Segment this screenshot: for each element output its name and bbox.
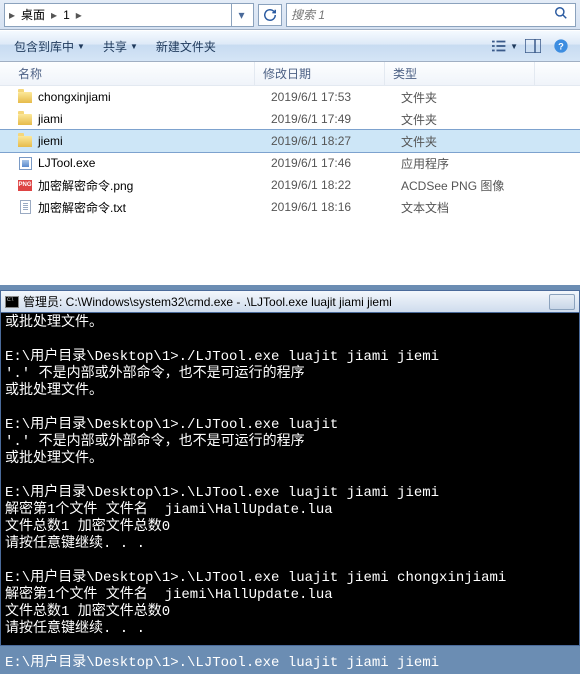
exe-icon	[16, 155, 34, 171]
help-button[interactable]: ?	[548, 34, 574, 58]
search-box[interactable]	[286, 3, 576, 27]
cmd-line	[5, 468, 575, 485]
cmd-line: 文件总数1 加密文件总数0	[5, 604, 575, 621]
file-date: 2019/6/1 18:27	[271, 134, 401, 148]
cmd-line: 或批处理文件。	[5, 451, 575, 468]
cmd-window: 管理员: C:\Windows\system32\cmd.exe - .\LJT…	[0, 290, 580, 646]
file-date: 2019/6/1 17:46	[271, 156, 401, 170]
cmd-line: 请按任意键继续. . .	[5, 536, 575, 553]
col-type-header[interactable]: 类型	[385, 62, 535, 85]
cmd-line	[5, 638, 575, 655]
folder-icon	[16, 111, 34, 127]
file-date: 2019/6/1 17:53	[271, 90, 401, 104]
cmd-line: E:\用户目录\Desktop\1>.\LJTool.exe luajit ji…	[5, 485, 575, 502]
cmd-line: '.' 不是内部或外部命令，也不是可运行的程序	[5, 366, 575, 383]
dropdown-icon: ▼	[130, 42, 138, 51]
svg-text:?: ?	[558, 41, 564, 51]
file-row[interactable]: jiami2019/6/1 17:49文件夹	[0, 108, 580, 130]
file-type: ACDSee PNG 图像	[401, 177, 551, 194]
cmd-title-text: 管理员: C:\Windows\system32\cmd.exe - .\LJT…	[23, 293, 545, 310]
minimize-button[interactable]	[549, 294, 575, 310]
cmd-line: 或批处理文件。	[5, 383, 575, 400]
file-name: jiemi	[38, 134, 271, 148]
file-type: 文本文档	[401, 199, 551, 216]
png-icon: PNG	[16, 177, 34, 193]
newfolder-label: 新建文件夹	[156, 38, 216, 55]
file-rows: chongxinjiami2019/6/1 17:53文件夹jiami2019/…	[0, 86, 580, 218]
cmd-line: 解密第1个文件 文件名 jiami\HallUpdate.lua	[5, 502, 575, 519]
cmd-line: 请按任意键继续. . .	[5, 621, 575, 638]
txt-icon	[16, 199, 34, 215]
cmd-line: 解密第1个文件 文件名 jiemi\HallUpdate.lua	[5, 587, 575, 604]
dropdown-icon: ▼	[77, 42, 85, 51]
preview-pane-button[interactable]	[520, 34, 546, 58]
file-row[interactable]: chongxinjiami2019/6/1 17:53文件夹	[0, 86, 580, 108]
col-date-header[interactable]: 修改日期	[255, 62, 385, 85]
file-date: 2019/6/1 17:49	[271, 112, 401, 126]
cmd-icon	[5, 296, 19, 308]
chevron-right-icon: ▸	[7, 8, 17, 22]
file-name: chongxinjiami	[38, 90, 271, 104]
share-button[interactable]: 共享 ▼	[95, 34, 146, 58]
file-type: 应用程序	[401, 155, 551, 172]
file-date: 2019/6/1 18:22	[271, 178, 401, 192]
cmd-line	[5, 332, 575, 349]
file-name: jiami	[38, 112, 271, 126]
cmd-titlebar[interactable]: 管理员: C:\Windows\system32\cmd.exe - .\LJT…	[1, 291, 579, 313]
file-row[interactable]: 加密解密命令.txt2019/6/1 18:16文本文档	[0, 196, 580, 218]
chevron-right-icon: ▸	[74, 8, 84, 22]
cmd-line: '.' 不是内部或外部命令，也不是可运行的程序	[5, 434, 575, 451]
include-library-button[interactable]: 包含到库中 ▼	[6, 34, 93, 58]
help-icon: ?	[553, 38, 569, 54]
breadcrumb[interactable]: ▸ 桌面 ▸ 1 ▸ ▾	[4, 3, 254, 27]
file-row[interactable]: jiemi2019/6/1 18:27文件夹	[0, 130, 580, 152]
file-name: 加密解密命令.txt	[38, 199, 271, 216]
file-type: 文件夹	[401, 89, 551, 106]
file-type: 文件夹	[401, 133, 551, 150]
toolbar: 包含到库中 ▼ 共享 ▼ 新建文件夹 ▼ ?	[0, 30, 580, 62]
view-button[interactable]: ▼	[492, 34, 518, 58]
cmd-line: E:\用户目录\Desktop\1>.\LJTool.exe luajit ji…	[5, 570, 575, 587]
cmd-line: E:\用户目录\Desktop\1>./LJTool.exe luajit	[5, 417, 575, 434]
pane-icon	[525, 39, 541, 53]
breadcrumb-seg[interactable]: 1	[59, 5, 74, 25]
file-row[interactable]: PNG加密解密命令.png2019/6/1 18:22ACDSee PNG 图像	[0, 174, 580, 196]
file-name: LJTool.exe	[38, 156, 271, 170]
folder-icon	[16, 133, 34, 149]
cmd-line	[5, 553, 575, 570]
file-name: 加密解密命令.png	[38, 177, 271, 194]
file-date: 2019/6/1 18:16	[271, 200, 401, 214]
cmd-output[interactable]: 或批处理文件。 E:\用户目录\Desktop\1>./LJTool.exe l…	[1, 313, 579, 674]
cmd-line: 文件总数1 加密文件总数0	[5, 519, 575, 536]
refresh-button[interactable]	[258, 4, 282, 26]
file-list-area: 名称 修改日期 类型 chongxinjiami2019/6/1 17:53文件…	[0, 62, 580, 285]
explorer-window: ▸ 桌面 ▸ 1 ▸ ▾ 包含到库中 ▼ 共享 ▼ 新建文件夹	[0, 0, 580, 285]
dropdown-icon: ▼	[510, 42, 518, 51]
file-row[interactable]: LJTool.exe2019/6/1 17:46应用程序	[0, 152, 580, 174]
cmd-line: E:\用户目录\Desktop\1>.\LJTool.exe luajit ji…	[5, 655, 575, 672]
chevron-right-icon: ▸	[49, 8, 59, 22]
folder-icon	[16, 89, 34, 105]
refresh-icon	[263, 8, 277, 22]
new-folder-button[interactable]: 新建文件夹	[148, 34, 224, 58]
breadcrumb-seg[interactable]: 桌面	[17, 5, 49, 25]
include-label: 包含到库中	[14, 38, 74, 55]
cmd-line	[5, 400, 575, 417]
file-type: 文件夹	[401, 111, 551, 128]
dropdown-icon[interactable]: ▾	[231, 4, 251, 26]
cmd-line: 或批处理文件。	[5, 315, 575, 332]
cmd-line: E:\用户目录\Desktop\1>./LJTool.exe luajit ji…	[5, 349, 575, 366]
view-icon	[492, 39, 508, 53]
column-headers: 名称 修改日期 类型	[0, 62, 580, 86]
address-bar: ▸ 桌面 ▸ 1 ▸ ▾	[0, 0, 580, 30]
search-icon[interactable]	[551, 6, 571, 23]
search-input[interactable]	[291, 8, 551, 22]
share-label: 共享	[103, 38, 127, 55]
col-name-header[interactable]: 名称	[0, 62, 255, 85]
